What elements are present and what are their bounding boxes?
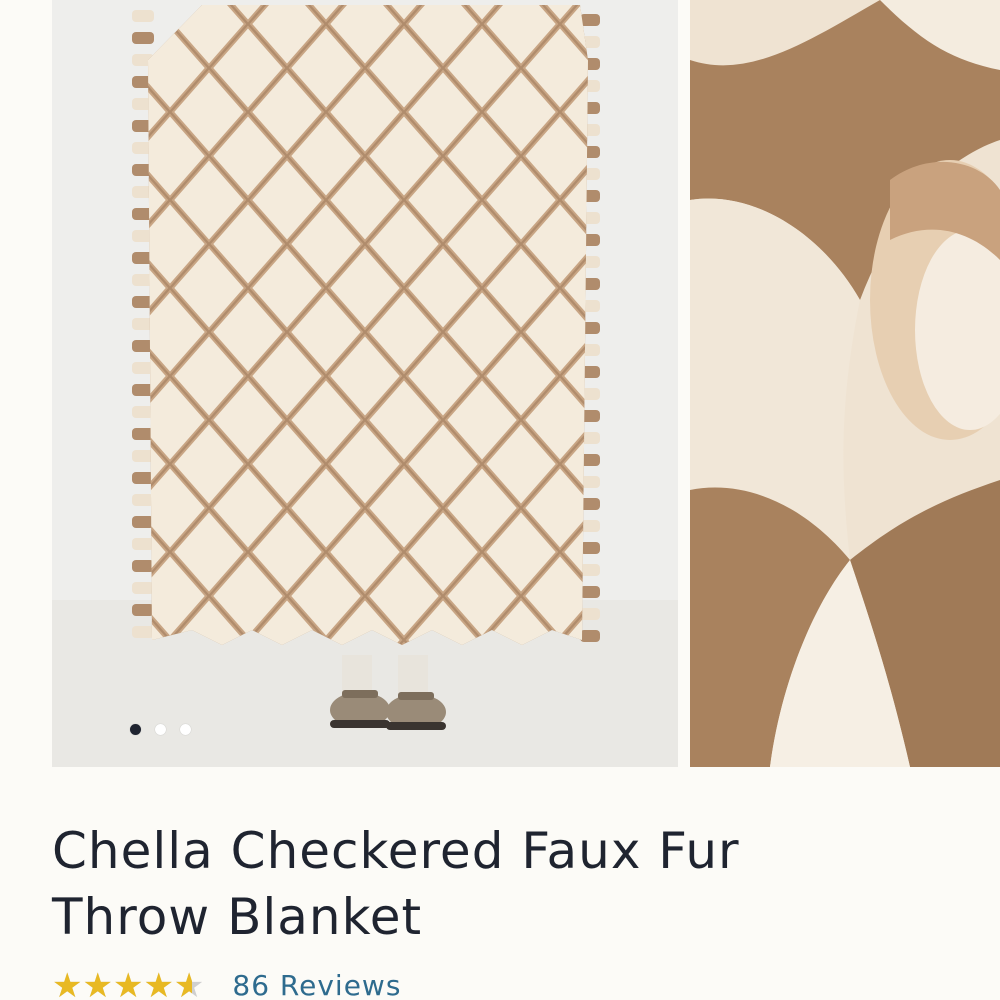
main-product-image[interactable] [52,0,678,767]
product-page: Chella Checkered Faux Fur Throw Blanket … [0,0,1000,1000]
product-title-line1: Chella Checkered Faux Fur [52,822,740,880]
reviews-link[interactable]: 86 Reviews [232,966,401,1000]
product-title: Chella Checkered Faux Fur Throw Blanket [52,818,952,950]
detail-product-image[interactable] [690,0,1000,767]
star-rating-icon: ★★★★★ ★★★★★ [52,966,204,1000]
pagination-dot-2[interactable] [155,724,166,735]
product-title-line2: Throw Blanket [52,888,423,946]
star-rating-filled: ★★★★★ [52,966,193,1000]
fur-closeup-photo [690,0,1000,767]
pagination-dot-1[interactable] [130,724,141,735]
product-rating[interactable]: ★★★★★ ★★★★★ 86 Reviews [52,966,401,1000]
image-gallery[interactable] [0,0,1000,767]
pagination-dot-3[interactable] [180,724,191,735]
gallery-pagination [130,724,191,735]
blanket-photo [52,0,678,767]
